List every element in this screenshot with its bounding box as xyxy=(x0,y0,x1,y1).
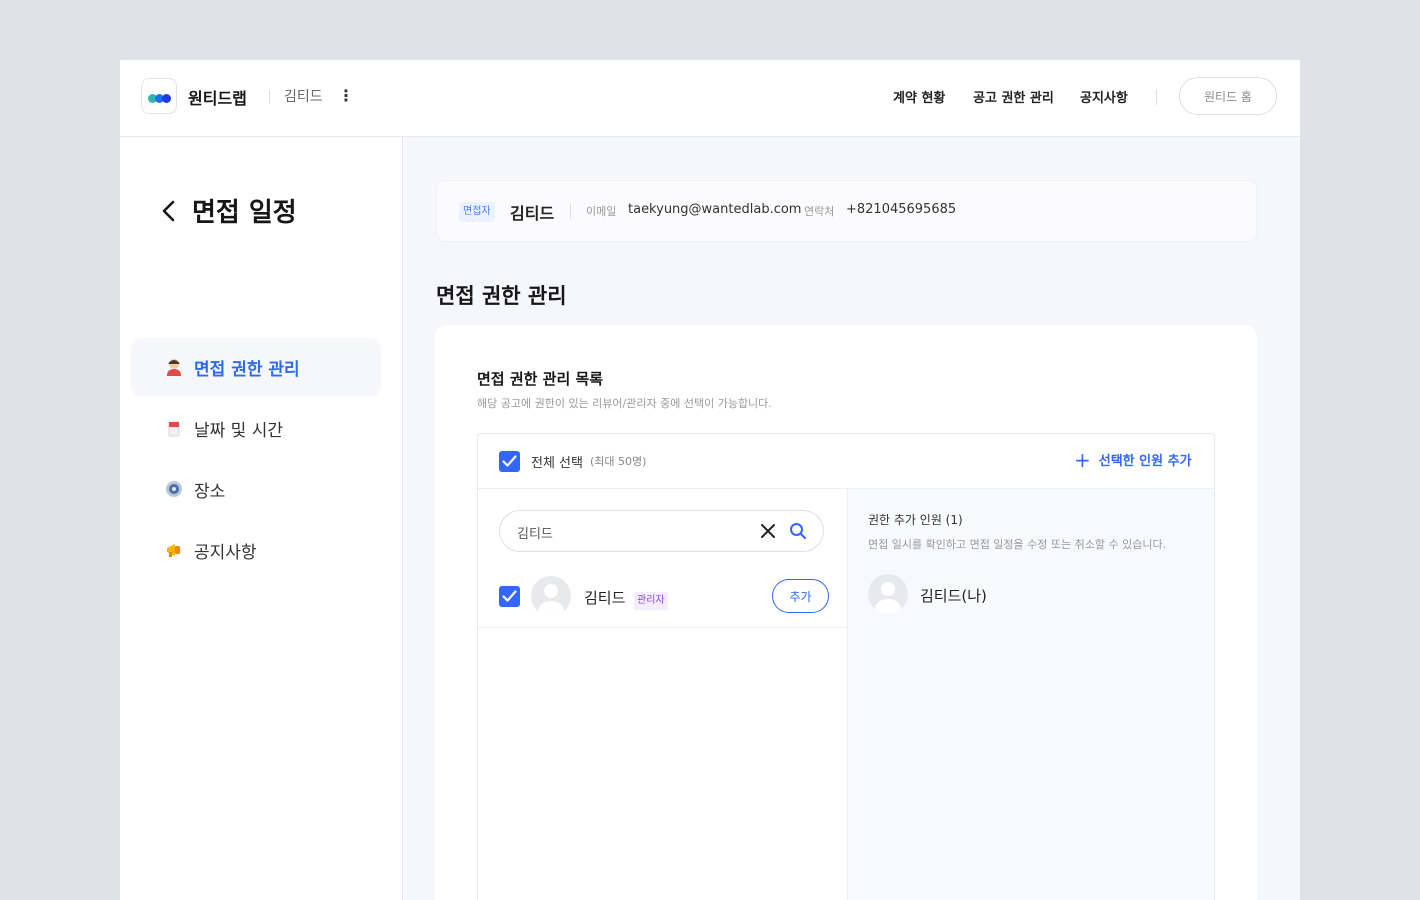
top-header: 원티드랩 김티드 ⋮ 계약 현황 공고 권한 관리 공지사항 원티드 홈 xyxy=(120,60,1300,137)
nav-contract-status[interactable]: 계약 현황 xyxy=(893,87,945,106)
clear-icon[interactable] xyxy=(760,523,776,539)
main-content: 면접자 김티드 이메일 taekyung@wantedlab.com 연락처 +… xyxy=(404,137,1300,900)
email-label: 이메일 xyxy=(586,205,617,218)
sidebar-item-interview-permission[interactable]: 면접 권한 관리 xyxy=(131,338,381,396)
person-icon xyxy=(164,357,184,377)
search-box xyxy=(499,510,824,552)
sidebar-item-notice[interactable]: 공지사항 xyxy=(131,521,381,579)
app-window: 원티드랩 김티드 ⋮ 계약 현황 공고 권한 관리 공지사항 원티드 홈 면접 … xyxy=(120,60,1300,900)
wanted-home-button[interactable]: 원티드 홈 xyxy=(1179,77,1277,115)
check-icon xyxy=(502,590,517,602)
sidebar-item-label: 공지사항 xyxy=(194,542,257,563)
added-description: 면접 일시를 확인하고 면접 일정을 수정 또는 취소할 수 있습니다. xyxy=(868,538,1167,551)
search-input[interactable] xyxy=(517,522,737,542)
divider xyxy=(570,203,571,219)
added-member-name: 김티드(나) xyxy=(920,587,987,605)
sidebar-item-location[interactable]: 장소 xyxy=(131,460,381,518)
role-badge: 관리자 xyxy=(634,592,668,610)
result-row: 김티드 관리자 추가 xyxy=(478,566,847,628)
section-title: 면접 권한 관리 xyxy=(436,284,567,308)
select-all-checkbox[interactable] xyxy=(499,451,520,472)
sidebar-item-label: 날짜 및 시간 xyxy=(194,420,284,441)
candidate-name: 김티드 xyxy=(510,204,555,223)
candidate-card: 면접자 김티드 이메일 taekyung@wantedlab.com 연락처 +… xyxy=(436,180,1257,242)
calendar-icon xyxy=(164,418,184,438)
divider xyxy=(1156,89,1157,105)
logo-dot xyxy=(162,94,171,103)
search-icon[interactable] xyxy=(789,522,807,540)
add-selected-label: 선택한 인원 추가 xyxy=(1098,454,1192,469)
add-selected-button[interactable]: + 선택한 인원 추가 xyxy=(1074,447,1192,472)
avatar xyxy=(868,574,908,614)
company-name: 원티드랩 xyxy=(188,89,247,108)
panel-description: 해당 공고에 권한이 있는 리뷰어/관리자 중에 선택이 가능합니다. xyxy=(477,397,772,410)
back-chevron-icon[interactable] xyxy=(160,199,178,223)
added-column: 권한 추가 인원 (1) 면접 일시를 확인하고 면접 일정을 수정 또는 취소… xyxy=(847,489,1214,900)
candidate-email: taekyung@wantedlab.com xyxy=(628,202,802,217)
permission-panel: 면접 권한 관리 목록 해당 공고에 권한이 있는 리뷰어/관리자 중에 선택이… xyxy=(435,325,1257,900)
nav-job-permission[interactable]: 공고 권한 관리 xyxy=(973,87,1054,106)
megaphone-icon xyxy=(164,540,184,560)
result-name: 김티드 xyxy=(584,589,626,607)
sidebar: 면접 일정 면접 권한 관리 날짜 및 시간 장소 공지사항 xyxy=(120,137,403,900)
select-all-label: 전체 선택 xyxy=(531,456,583,471)
company-logo[interactable] xyxy=(141,78,177,114)
candidate-badge: 면접자 xyxy=(459,202,495,222)
avatar xyxy=(531,576,571,616)
sidebar-item-date-time[interactable]: 날짜 및 시간 xyxy=(131,399,381,457)
check-icon xyxy=(502,455,517,467)
panel-title: 면접 권한 관리 목록 xyxy=(477,370,604,388)
divider xyxy=(269,90,270,104)
more-icon[interactable]: ⋮ xyxy=(338,86,354,105)
plus-icon: + xyxy=(1074,447,1091,472)
page-title: 면접 일정 xyxy=(192,198,297,228)
picker-header: 전체 선택 (최대 50명) + 선택한 인원 추가 xyxy=(478,434,1214,489)
add-member-button[interactable]: 추가 xyxy=(772,579,829,613)
candidate-phone: +821045695685 xyxy=(846,202,957,217)
sidebar-item-label: 면접 권한 관리 xyxy=(194,359,300,380)
nav-notice[interactable]: 공지사항 xyxy=(1080,87,1128,106)
select-all-limit: (최대 50명) xyxy=(590,455,647,468)
member-picker: 전체 선택 (최대 50명) + 선택한 인원 추가 김티드 김티드 관리자 추… xyxy=(477,433,1215,900)
user-name: 김티드 xyxy=(284,89,323,105)
location-icon xyxy=(164,479,184,499)
result-checkbox[interactable] xyxy=(499,586,520,607)
search-column: 김티드 관리자 추가 xyxy=(478,489,847,900)
sidebar-item-label: 장소 xyxy=(194,481,226,502)
added-title: 권한 추가 인원 (1) xyxy=(868,513,963,527)
phone-label: 연락처 xyxy=(804,205,835,218)
